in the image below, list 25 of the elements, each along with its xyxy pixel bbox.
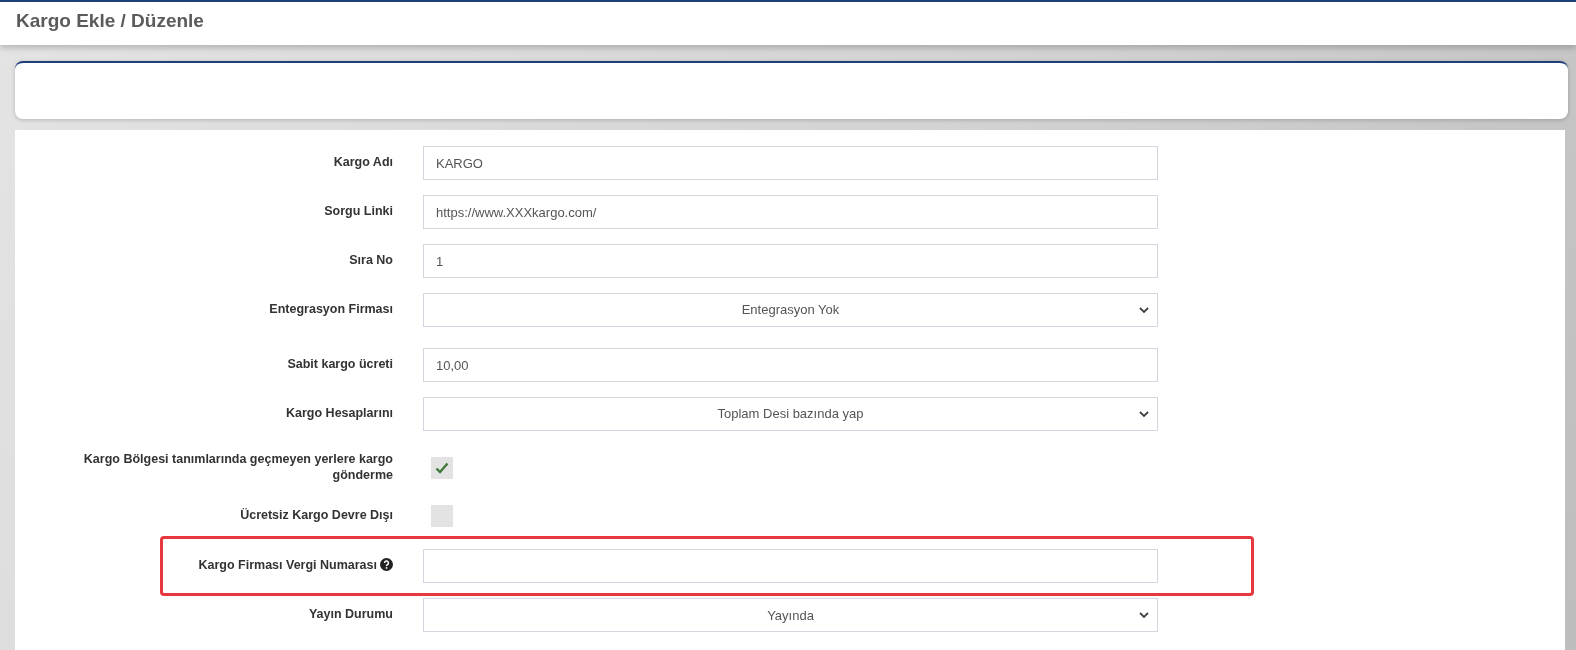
checkbox[interactable] (431, 456, 453, 479)
field-label: Kargo Hesaplarını (286, 406, 393, 422)
select-field[interactable]: Toplam Desi bazında yap (423, 397, 1158, 431)
text-field[interactable]: 10,00 (423, 348, 1158, 382)
chevron-down-icon (1139, 306, 1149, 314)
page-title: Kargo Ekle / Düzenle (16, 10, 205, 33)
select-field[interactable]: Yayında (423, 598, 1158, 633)
field-label: Sıra No (349, 253, 393, 269)
field-label: Kargo Bölgesi tanımlarında geçmeyen yerlere kargo gönderme (83, 452, 393, 484)
field-label: Kargo Firması Vergi Numarası (198, 558, 377, 575)
field-label: Ücretsiz Kargo Devre Dışı (240, 508, 393, 525)
check-icon (435, 461, 449, 474)
text-field[interactable]: KARGO (423, 146, 1158, 180)
checkbox[interactable] (431, 505, 453, 528)
field-label: Sorgu Linki (324, 204, 393, 220)
chevron-down-icon (1139, 611, 1149, 620)
field-label: Yayın Durumu (308, 607, 393, 624)
select-field[interactable]: Entegrasyon Yok (423, 293, 1158, 327)
field-label: Kargo Adı (333, 155, 393, 171)
chevron-down-icon (1139, 410, 1149, 418)
field-label: Entegrasyon Firması (269, 302, 393, 318)
text-field[interactable]: https://www.XXXkargo.com/ (423, 195, 1158, 229)
help-icon[interactable] (380, 558, 393, 572)
text-field[interactable]: 1 (423, 244, 1158, 278)
field-label: Sabit kargo ücreti (287, 357, 393, 373)
